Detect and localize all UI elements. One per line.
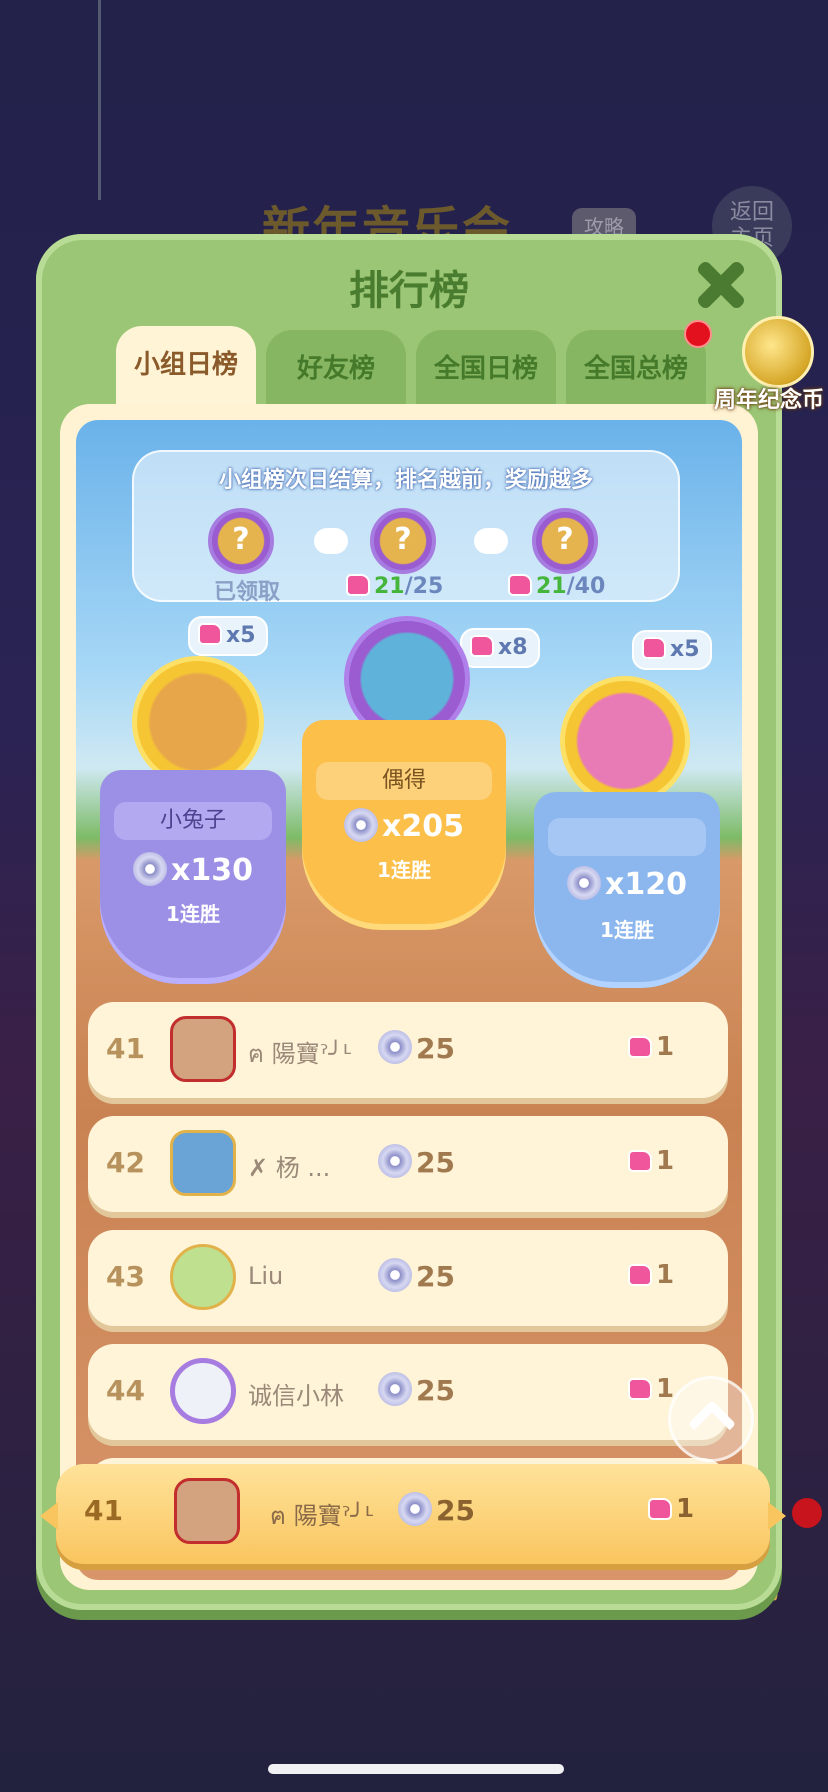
row-pieces: 1 <box>628 1146 674 1176</box>
table-row[interactable]: 41 ฅ 陽寶ˀ╯ᒻ 25 1 <box>88 1002 728 1098</box>
my-rank: 41 <box>84 1494 123 1527</box>
row-score: 25 <box>378 1258 455 1293</box>
third-place-score: x120 <box>534 866 720 902</box>
puzzle-piece-icon <box>508 574 532 596</box>
first-place-score: x205 <box>302 808 506 844</box>
reward-chest-2[interactable]: ? <box>370 508 436 574</box>
anniversary-coin-icon[interactable] <box>742 316 814 388</box>
my-name: ฅ 陽寶ˀ╯ᒻ <box>270 1502 375 1530</box>
third-place-streak: 1连胜 <box>600 918 654 942</box>
row-pieces: 1 <box>628 1032 674 1062</box>
puzzle-piece-icon <box>470 635 494 657</box>
third-pieces-bubble: x5 <box>632 630 712 670</box>
puzzle-piece-icon <box>628 1378 652 1400</box>
second-place-score: x130 <box>100 852 286 888</box>
reward-info-text: 小组榜次日结算，排名越前，奖励越多 <box>218 468 593 493</box>
row-rank: 43 <box>106 1260 145 1293</box>
row-name: ✗ 杨 ... <box>248 1154 331 1182</box>
anniversary-coin-label: 周年纪念币 <box>714 388 825 413</box>
reward-3-progress: 21/40 <box>508 574 605 599</box>
row-rank: 44 <box>106 1374 145 1407</box>
disc-icon <box>567 866 601 900</box>
tab-national-total[interactable]: 全国总榜 <box>566 330 706 410</box>
close-icon[interactable] <box>696 260 746 310</box>
my-rank-row[interactable]: 41 ฅ 陽寶ˀ╯ᒻ 25 1 <box>40 1464 786 1564</box>
row-score: 25 <box>378 1030 455 1065</box>
second-pieces-bubble: x5 <box>188 616 268 656</box>
reward-chest-1[interactable]: ? <box>208 508 274 574</box>
first-pieces-bubble: x8 <box>460 628 540 668</box>
row-avatar <box>170 1244 236 1310</box>
disc-icon <box>378 1030 412 1064</box>
puzzle-piece-icon <box>198 623 222 645</box>
second-place-avatar[interactable] <box>132 656 264 788</box>
tab-badge-dot <box>684 320 712 348</box>
tab-national-daily[interactable]: 全国日榜 <box>416 330 556 410</box>
puzzle-piece-icon <box>628 1264 652 1286</box>
disc-icon <box>378 1372 412 1406</box>
puzzle-piece-icon <box>346 574 370 596</box>
podium-stage: 小组榜次日结算，排名越前，奖励越多 ? ? ? 已领取 21/25 21/40 … <box>76 420 742 1580</box>
my-score: 25 <box>398 1492 475 1527</box>
my-pieces: 1 <box>648 1494 694 1524</box>
chevron-up-icon <box>687 1399 737 1449</box>
disc-icon <box>378 1144 412 1178</box>
tab-friends[interactable]: 好友榜 <box>266 330 406 410</box>
puzzle-piece-icon <box>628 1150 652 1172</box>
hanging-rope <box>98 0 101 200</box>
row-avatar <box>170 1130 236 1196</box>
modal-title: 排行榜 <box>349 268 469 314</box>
second-place-podium: 小兔子 x130 1连胜 <box>100 770 286 984</box>
first-place-streak: 1连胜 <box>377 858 431 882</box>
second-place-name: 小兔子 <box>114 802 272 840</box>
row-rank: 41 <box>106 1032 145 1065</box>
disc-icon <box>398 1492 432 1526</box>
first-place-podium: 偶得 x205 1连胜 <box>302 720 506 930</box>
third-place-name <box>548 818 706 856</box>
reward-2-progress: 21/25 <box>346 574 443 599</box>
row-avatar <box>170 1358 236 1424</box>
reward-chest-3[interactable]: ? <box>532 508 598 574</box>
puzzle-piece-icon <box>628 1036 652 1058</box>
row-pieces: 1 <box>628 1374 674 1404</box>
tab-group-daily[interactable]: 小组日榜 <box>116 326 256 410</box>
first-place-name: 偶得 <box>316 762 492 800</box>
leaderboard-panel: 小组榜次日结算，排名越前，奖励越多 ? ? ? 已领取 21/25 21/40 … <box>60 404 758 1590</box>
arrow-icon <box>474 528 508 554</box>
table-row[interactable]: 43 Liu 25 1 <box>88 1230 728 1326</box>
puzzle-piece-icon <box>642 637 666 659</box>
row-name: 诚信小林 <box>248 1382 344 1410</box>
disc-icon <box>133 852 167 886</box>
scroll-to-top-button[interactable] <box>668 1376 754 1462</box>
third-place-avatar[interactable] <box>560 676 690 806</box>
reward-1-claimed-label: 已领取 <box>214 580 281 605</box>
second-place-streak: 1连胜 <box>166 902 220 926</box>
third-place-podium: x120 1连胜 <box>534 792 720 988</box>
disc-icon <box>378 1258 412 1292</box>
row-name: ฅ 陽寶ˀ╯ᒻ <box>248 1040 353 1068</box>
row-name: Liu <box>248 1262 284 1290</box>
disc-icon <box>344 808 378 842</box>
row-score: 25 <box>378 1372 455 1407</box>
row-avatar <box>170 1016 236 1082</box>
my-avatar <box>174 1478 240 1544</box>
row-pieces: 1 <box>628 1260 674 1290</box>
puzzle-piece-icon <box>648 1498 672 1520</box>
row-score: 25 <box>378 1144 455 1179</box>
reward-info-box: 小组榜次日结算，排名越前，奖励越多 ? ? ? 已领取 21/25 21/40 <box>132 450 680 605</box>
table-row[interactable]: 44 诚信小林 25 1 <box>88 1344 728 1440</box>
table-row[interactable]: 42 ✗ 杨 ... 25 1 <box>88 1116 728 1212</box>
notification-dot <box>792 1498 822 1528</box>
row-rank: 42 <box>106 1146 145 1179</box>
arrow-icon <box>314 528 348 554</box>
home-indicator[interactable] <box>268 1764 564 1774</box>
